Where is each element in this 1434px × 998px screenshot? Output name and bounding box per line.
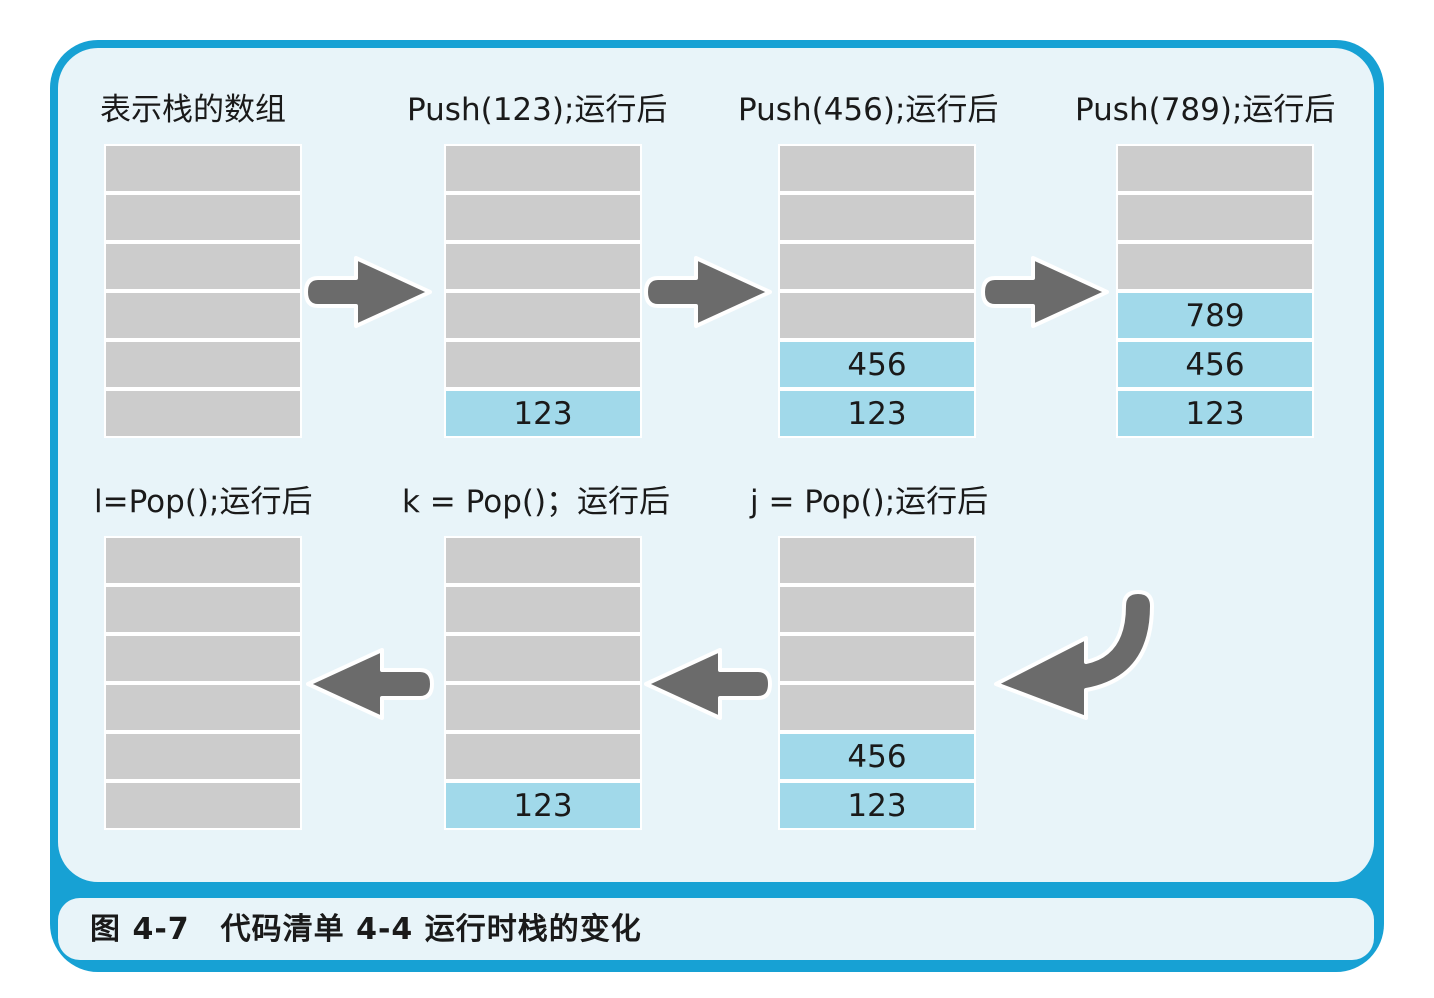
right-arrow-icon (304, 256, 432, 328)
right-arrow-icon (981, 256, 1109, 328)
arrows-layer (304, 256, 1154, 720)
right-arrow-icon (644, 256, 772, 328)
left-arrow-icon (644, 648, 772, 720)
left-arrow-icon (306, 648, 434, 720)
curved-arrow-icon (994, 590, 1154, 720)
